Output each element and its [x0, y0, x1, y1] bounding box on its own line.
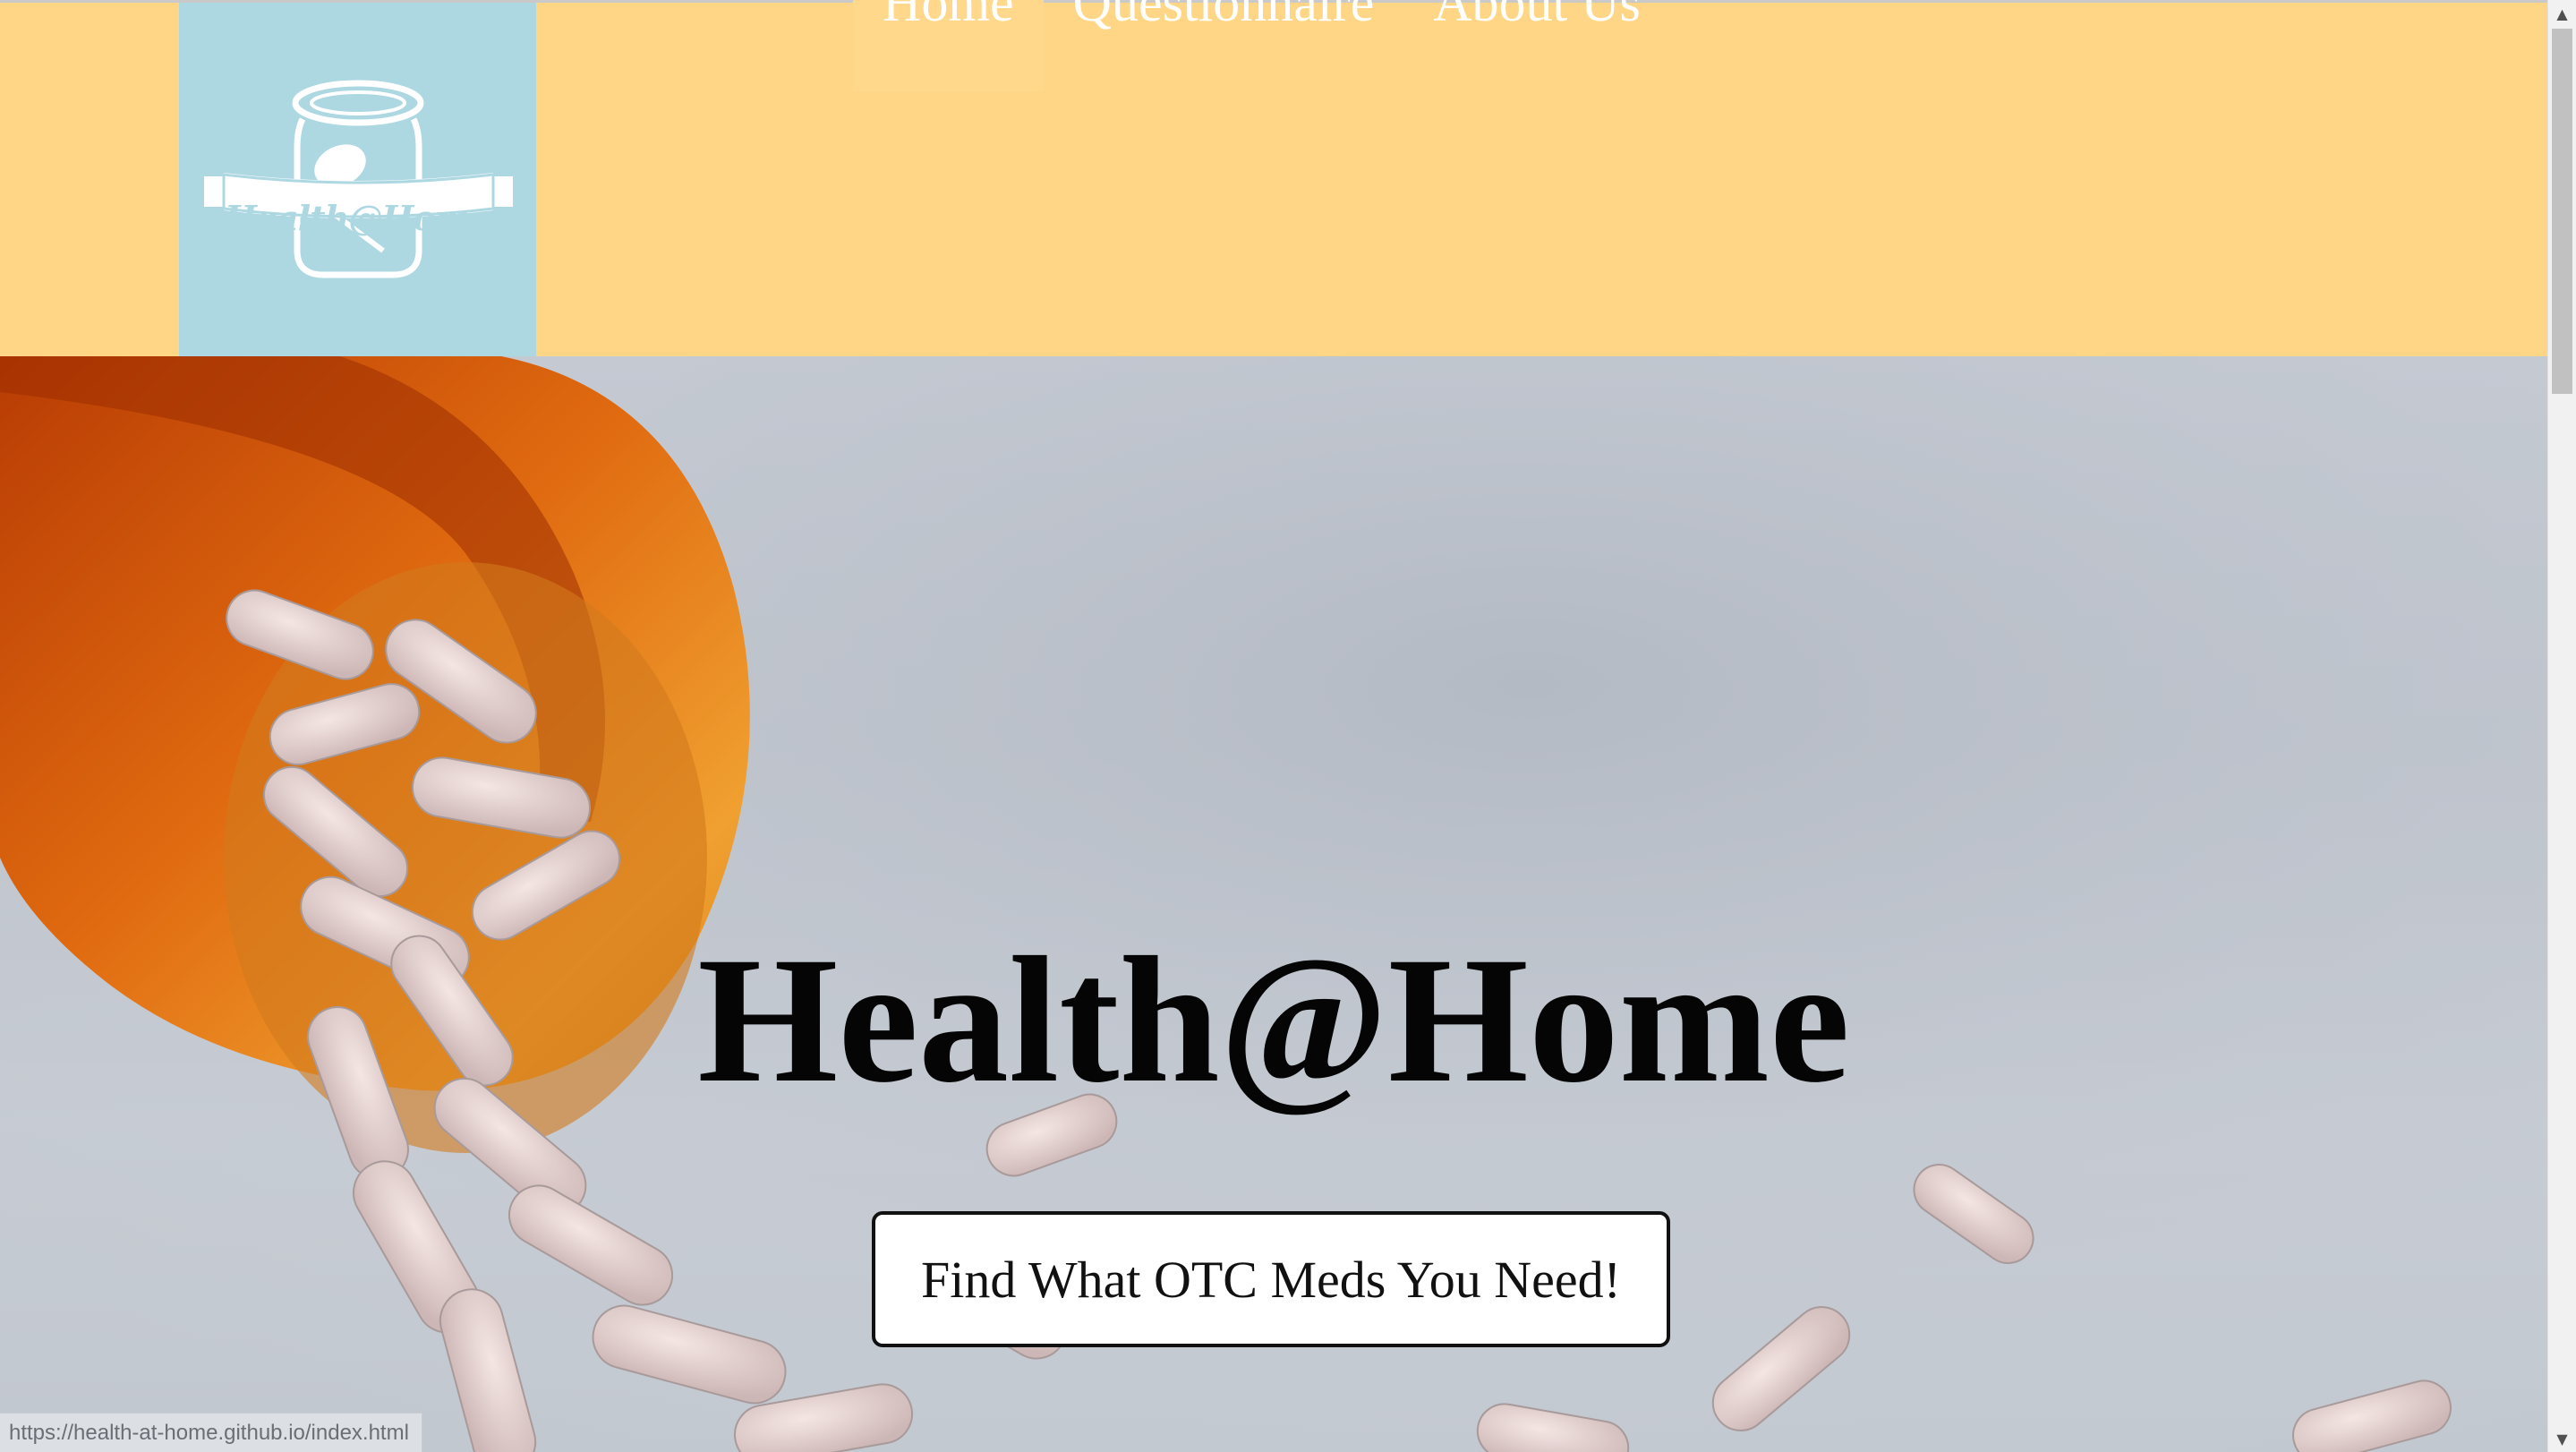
- vertical-scrollbar[interactable]: ▲ ▼: [2547, 0, 2576, 1452]
- hero-section: Health@Home Find What OTC Meds You Need!: [0, 356, 2547, 1452]
- site-logo[interactable]: Health@Home: [179, 3, 536, 356]
- nav-home-link[interactable]: Home: [853, 0, 1044, 92]
- hero-title: Health@Home: [697, 919, 1850, 1120]
- logo-wordmark: Health@Home: [225, 198, 491, 238]
- status-bar-url: https://health-at-home.github.io/index.h…: [0, 1413, 422, 1452]
- web-page: Health@Home Home Questionnaire About Us: [0, 0, 2547, 1452]
- nav-about-us-link[interactable]: About Us: [1403, 0, 1670, 92]
- pill-jar-logo-icon: [204, 80, 513, 278]
- site-header: Health@Home Home Questionnaire About Us: [0, 0, 2547, 356]
- chevron-down-icon[interactable]: ▼: [2548, 1425, 2576, 1452]
- main-nav: Home Questionnaire About Us: [853, 0, 1670, 182]
- scrollbar-thumb[interactable]: [2552, 29, 2572, 394]
- find-otc-meds-button[interactable]: Find What OTC Meds You Need!: [872, 1211, 1670, 1347]
- nav-questionnaire-link[interactable]: Questionnaire: [1044, 0, 1404, 92]
- chevron-up-icon[interactable]: ▲: [2548, 0, 2576, 27]
